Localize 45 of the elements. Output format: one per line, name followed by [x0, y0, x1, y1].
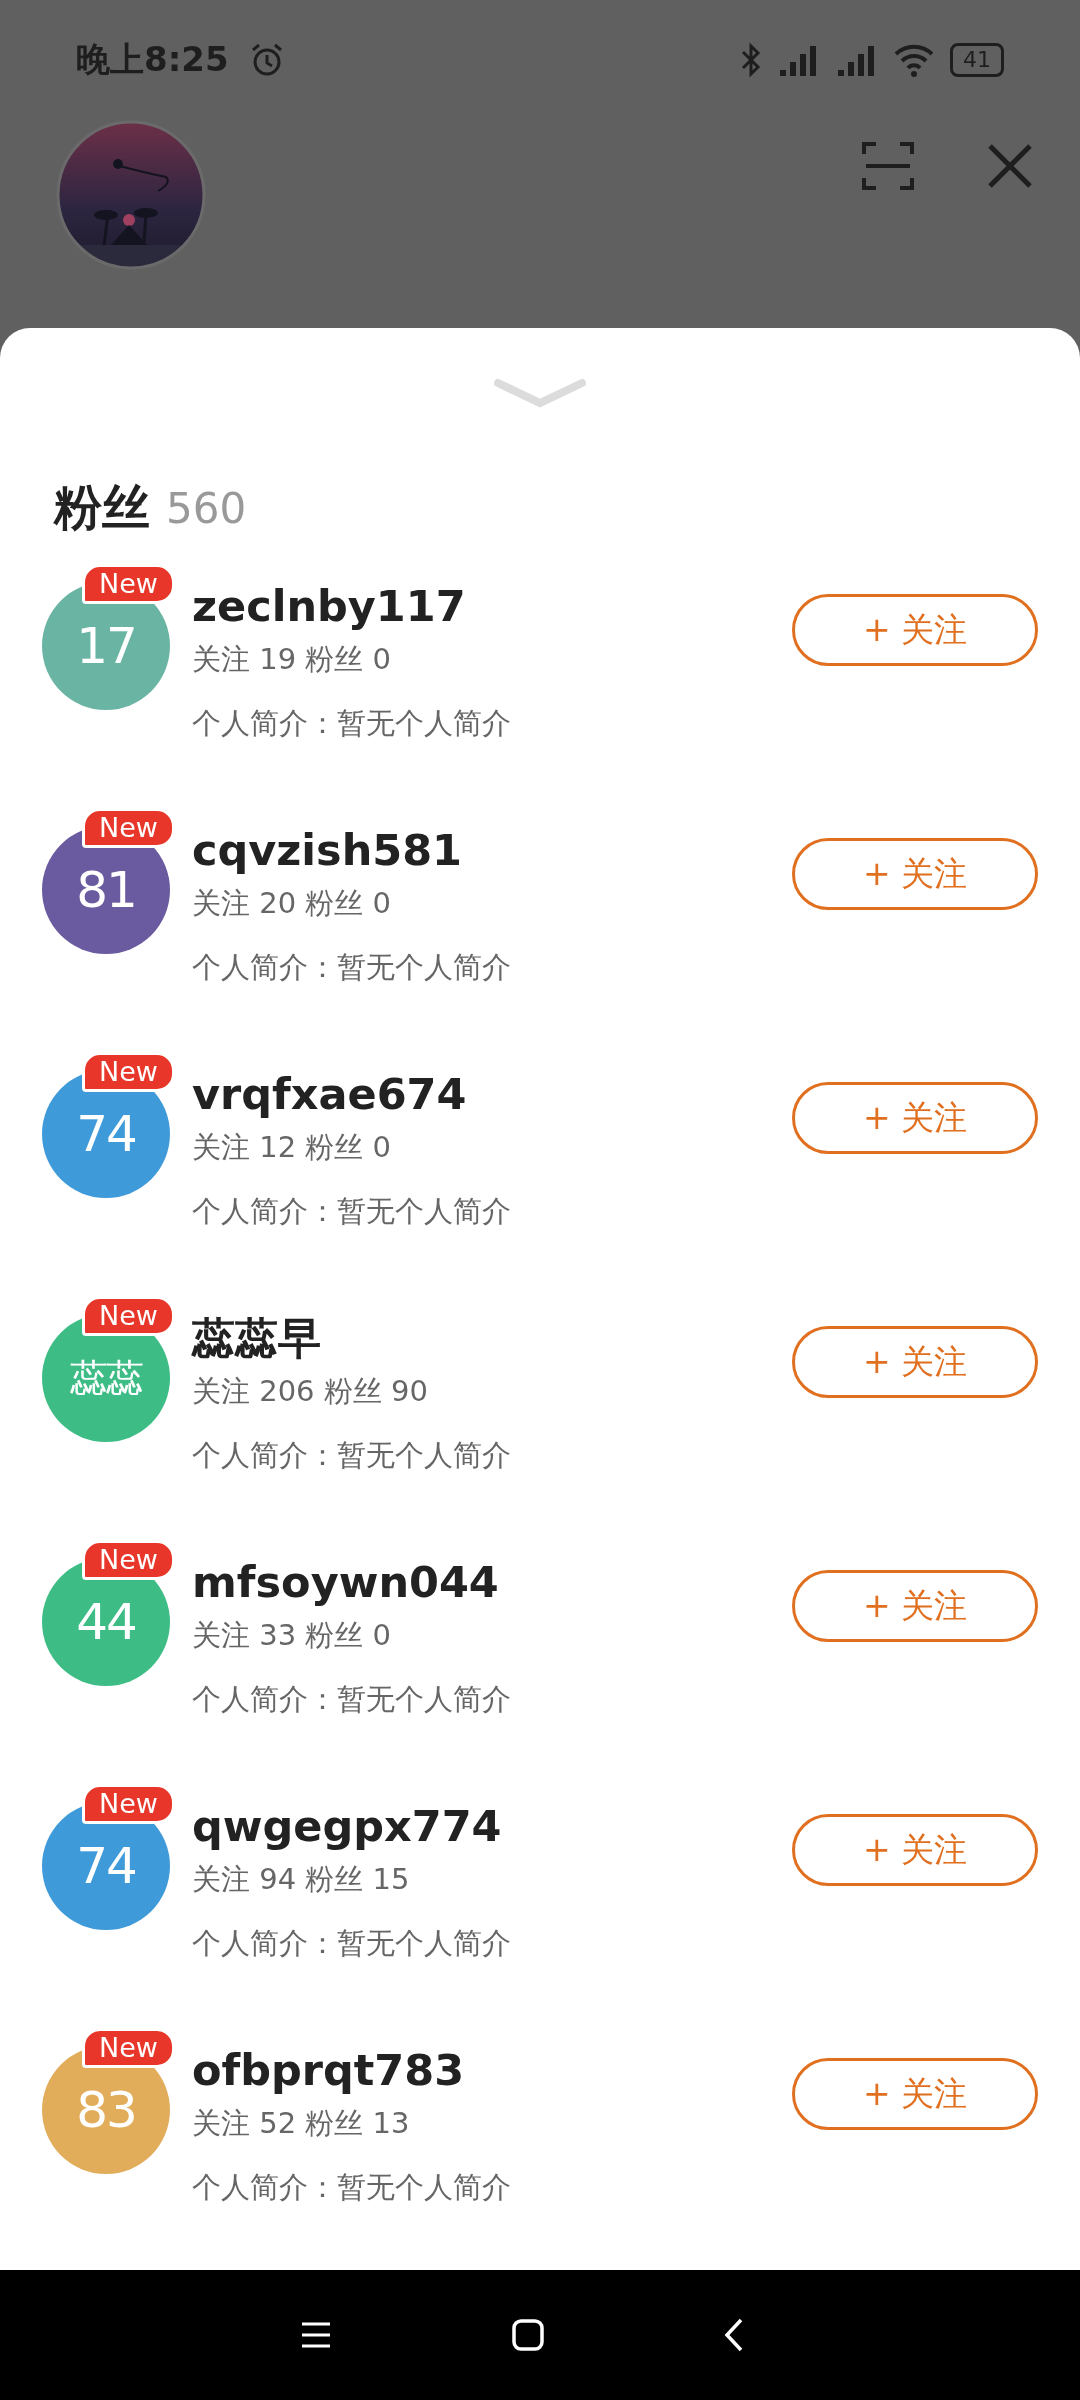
- sheet-title: 粉丝: [54, 478, 150, 537]
- status-time: 晚上8:25: [76, 38, 229, 81]
- user-stats: 关注 12 粉丝 0: [192, 1129, 392, 1166]
- follow-button[interactable]: + 关注: [792, 594, 1038, 666]
- user-name: mfsoywn044: [192, 1556, 500, 1609]
- new-badge: New: [82, 1052, 175, 1092]
- user-bio: 个人简介：暂无个人简介: [192, 705, 512, 742]
- user-stats: 关注 19 粉丝 0: [192, 641, 392, 678]
- user-name: zeclnby117: [192, 580, 467, 633]
- wifi-icon: [892, 42, 936, 78]
- home-icon[interactable]: [512, 2319, 544, 2351]
- follow-button[interactable]: + 关注: [792, 1814, 1038, 1886]
- close-icon[interactable]: [986, 142, 1034, 190]
- menu-icon[interactable]: [300, 2321, 332, 2349]
- user-stats: 关注 206 粉丝 90: [192, 1373, 429, 1410]
- user-bio: 个人简介：暂无个人简介: [192, 2169, 512, 2206]
- user-name: cqvzish581: [192, 824, 464, 877]
- follow-button[interactable]: + 关注: [792, 1326, 1038, 1398]
- follow-button[interactable]: + 关注: [792, 1082, 1038, 1154]
- new-badge: New: [82, 1784, 175, 1824]
- user-name: ofbprqt783: [192, 2044, 466, 2097]
- user-bio: 个人简介：暂无个人简介: [192, 1437, 512, 1474]
- follow-button[interactable]: + 关注: [792, 1570, 1038, 1642]
- user-stats: 关注 94 粉丝 15: [192, 1861, 411, 1898]
- bluetooth-icon: [740, 42, 762, 78]
- new-badge: New: [82, 564, 175, 604]
- user-name: 蕊蕊早: [192, 1312, 322, 1365]
- new-badge: New: [82, 1540, 175, 1580]
- user-name: qwgegpx774: [192, 1800, 503, 1853]
- battery-level: 41: [950, 43, 1004, 77]
- follow-button[interactable]: + 关注: [792, 838, 1038, 910]
- new-badge: New: [82, 2028, 175, 2068]
- user-stats: 关注 52 粉丝 13: [192, 2105, 411, 2142]
- user-bio: 个人简介：暂无个人简介: [192, 949, 512, 986]
- back-icon[interactable]: [724, 2318, 744, 2352]
- new-badge: New: [82, 808, 175, 848]
- user-bio: 个人简介：暂无个人简介: [192, 1193, 512, 1230]
- new-badge: New: [82, 1296, 175, 1336]
- user-name: vrqfxae674: [192, 1068, 468, 1121]
- follow-button[interactable]: + 关注: [792, 2058, 1038, 2130]
- user-stats: 关注 20 粉丝 0: [192, 885, 392, 922]
- follower-count: 560: [166, 483, 247, 533]
- user-stats: 关注 33 粉丝 0: [192, 1617, 392, 1654]
- user-bio: 个人简介：暂无个人简介: [192, 1681, 512, 1718]
- user-bio: 个人简介：暂无个人简介: [192, 1925, 512, 1962]
